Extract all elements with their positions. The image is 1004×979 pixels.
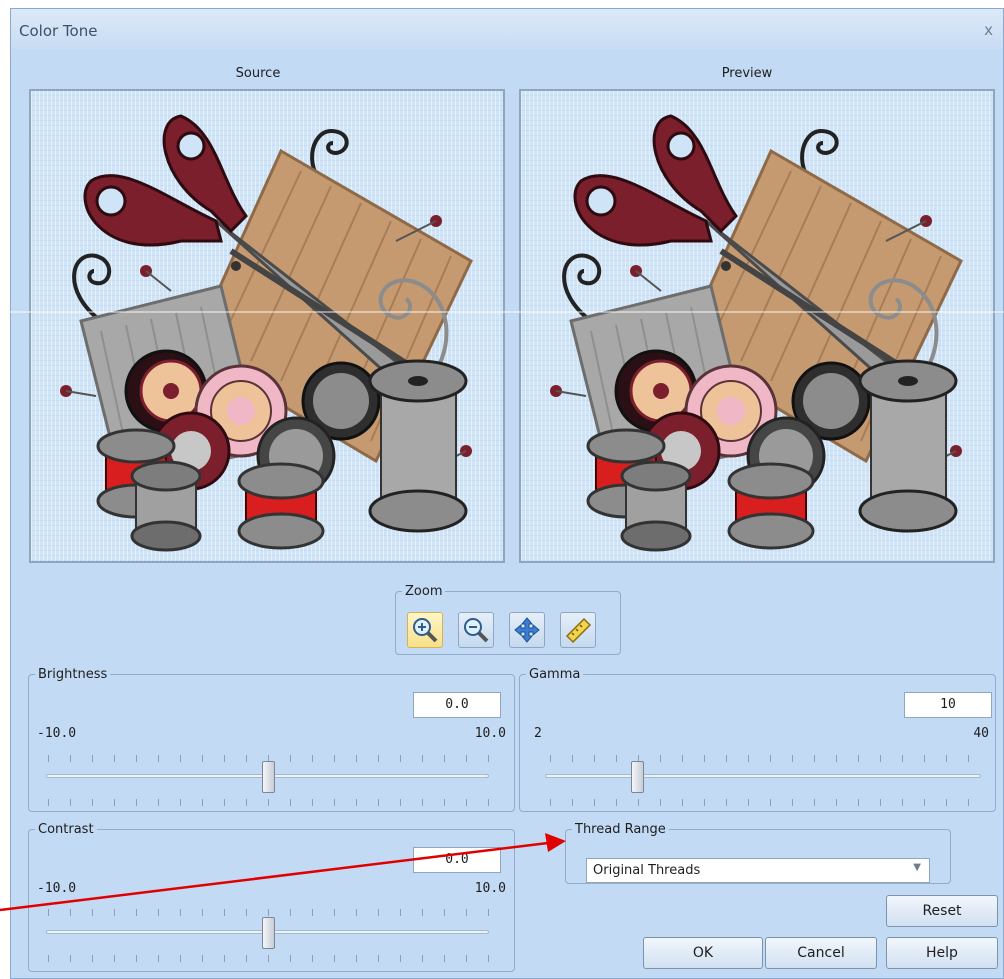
fit-to-window-button[interactable] bbox=[509, 612, 545, 648]
thread-range-group: Thread Range Original Threads ▼ bbox=[565, 822, 951, 884]
zoom-out-button[interactable] bbox=[458, 612, 494, 648]
contrast-slider-thumb[interactable] bbox=[261, 917, 275, 949]
gamma-ticks-top bbox=[550, 755, 980, 762]
ok-button[interactable]: OK bbox=[643, 937, 763, 969]
zoom-out-icon bbox=[464, 618, 489, 643]
preview-image-pane[interactable] bbox=[519, 89, 995, 563]
gamma-slider-track[interactable] bbox=[545, 774, 981, 778]
contrast-value-field[interactable]: 0.0 bbox=[413, 847, 501, 873]
reset-button[interactable]: Reset bbox=[886, 895, 998, 927]
ruler-button[interactable] bbox=[560, 612, 596, 648]
zoom-label: Zoom bbox=[405, 584, 443, 599]
contrast-max-label: 10.0 bbox=[474, 881, 506, 896]
brightness-slider-thumb[interactable] bbox=[261, 761, 275, 793]
ruler-icon bbox=[565, 617, 592, 644]
gamma-value-field[interactable]: 10 bbox=[904, 692, 992, 718]
contrast-ticks-bottom bbox=[48, 955, 496, 962]
contrast-label: Contrast bbox=[38, 822, 94, 837]
gamma-slider-thumb[interactable] bbox=[630, 761, 644, 793]
color-tone-dialog: Color Tone x Source Preview Zoom Brightn… bbox=[10, 8, 1004, 979]
zoom-in-icon bbox=[413, 618, 438, 643]
close-icon[interactable]: x bbox=[984, 21, 993, 39]
contrast-min-label: -10.0 bbox=[37, 881, 77, 896]
title-bar[interactable]: Color Tone x bbox=[11, 9, 1003, 49]
thread-range-label: Thread Range bbox=[575, 822, 666, 837]
brightness-min-label: -10.0 bbox=[37, 726, 77, 741]
gamma-label: Gamma bbox=[529, 667, 581, 682]
thread-range-dropdown[interactable]: Original Threads ▼ bbox=[586, 858, 930, 883]
gamma-group: Gamma 10 2 40 bbox=[519, 667, 996, 812]
contrast-ticks-top bbox=[48, 909, 496, 916]
chevron-down-icon[interactable]: ▼ bbox=[913, 862, 921, 873]
brightness-group: Brightness 0.0 -10.0 10.0 bbox=[28, 667, 515, 812]
source-label: Source bbox=[235, 66, 281, 81]
gamma-min-label: 2 bbox=[534, 726, 542, 741]
preview-embroidery-image bbox=[521, 91, 993, 561]
gamma-max-label: 40 bbox=[973, 726, 989, 741]
brightness-label: Brightness bbox=[38, 667, 108, 682]
brightness-ticks-bottom bbox=[48, 799, 496, 806]
source-image-pane[interactable] bbox=[29, 89, 505, 563]
thread-range-value: Original Threads bbox=[593, 863, 701, 878]
brightness-max-label: 10.0 bbox=[474, 726, 506, 741]
help-button[interactable]: Help bbox=[886, 937, 998, 969]
zoom-in-button[interactable] bbox=[407, 612, 443, 648]
fit-to-window-icon bbox=[514, 617, 540, 643]
dialog-title: Color Tone bbox=[19, 22, 98, 40]
zoom-group: Zoom bbox=[395, 584, 621, 655]
contrast-group: Contrast 0.0 -10.0 10.0 bbox=[28, 822, 515, 972]
gamma-ticks-bottom bbox=[550, 799, 980, 806]
brightness-value-field[interactable]: 0.0 bbox=[413, 692, 501, 718]
cancel-button[interactable]: Cancel bbox=[765, 937, 877, 969]
preview-label: Preview bbox=[721, 66, 773, 81]
sewing-embroidery-image bbox=[60, 114, 473, 552]
